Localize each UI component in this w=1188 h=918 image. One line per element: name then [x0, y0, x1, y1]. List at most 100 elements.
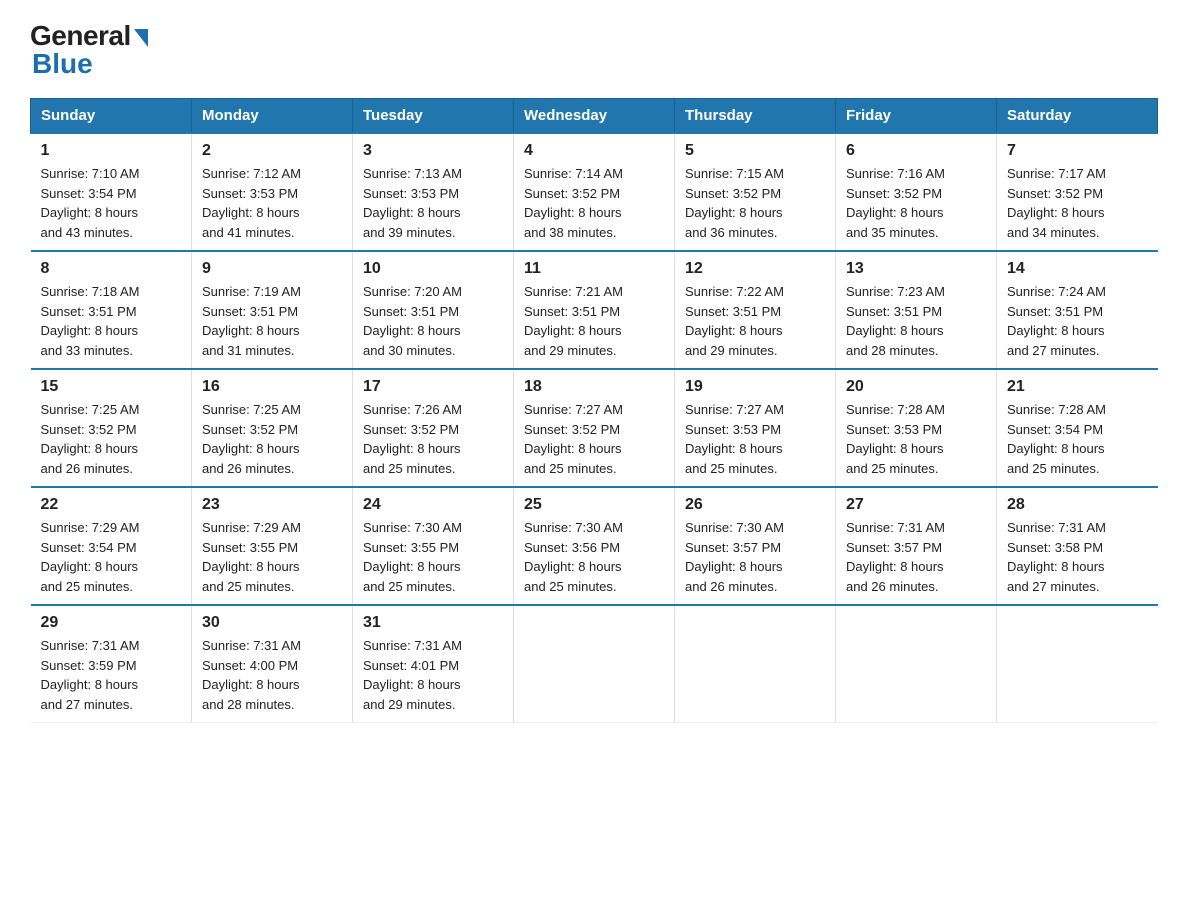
header-cell-thursday: Thursday: [675, 99, 836, 134]
day-cell: 17 Sunrise: 7:26 AMSunset: 3:52 PMDaylig…: [353, 369, 514, 487]
day-cell: 28 Sunrise: 7:31 AMSunset: 3:58 PMDaylig…: [997, 487, 1158, 605]
day-cell: 11 Sunrise: 7:21 AMSunset: 3:51 PMDaylig…: [514, 251, 675, 369]
day-cell: 16 Sunrise: 7:25 AMSunset: 3:52 PMDaylig…: [192, 369, 353, 487]
day-cell: 14 Sunrise: 7:24 AMSunset: 3:51 PMDaylig…: [997, 251, 1158, 369]
header-cell-wednesday: Wednesday: [514, 99, 675, 134]
day-info: Sunrise: 7:14 AMSunset: 3:52 PMDaylight:…: [524, 166, 623, 240]
day-cell: [514, 605, 675, 723]
day-info: Sunrise: 7:31 AMSunset: 3:57 PMDaylight:…: [846, 520, 945, 594]
day-info: Sunrise: 7:19 AMSunset: 3:51 PMDaylight:…: [202, 284, 301, 358]
day-info: Sunrise: 7:25 AMSunset: 3:52 PMDaylight:…: [202, 402, 301, 476]
day-info: Sunrise: 7:21 AMSunset: 3:51 PMDaylight:…: [524, 284, 623, 358]
day-number: 3: [363, 142, 503, 160]
day-number: 15: [41, 378, 182, 396]
calendar-body: 1 Sunrise: 7:10 AMSunset: 3:54 PMDayligh…: [31, 133, 1158, 723]
week-row-1: 1 Sunrise: 7:10 AMSunset: 3:54 PMDayligh…: [31, 133, 1158, 251]
logo-arrow-icon: [134, 29, 148, 47]
calendar-table: SundayMondayTuesdayWednesdayThursdayFrid…: [30, 98, 1158, 723]
day-cell: 3 Sunrise: 7:13 AMSunset: 3:53 PMDayligh…: [353, 133, 514, 251]
logo-blue-text: Blue: [32, 48, 93, 80]
day-cell: 21 Sunrise: 7:28 AMSunset: 3:54 PMDaylig…: [997, 369, 1158, 487]
day-info: Sunrise: 7:17 AMSunset: 3:52 PMDaylight:…: [1007, 166, 1106, 240]
day-info: Sunrise: 7:29 AMSunset: 3:55 PMDaylight:…: [202, 520, 301, 594]
header-cell-tuesday: Tuesday: [353, 99, 514, 134]
day-number: 14: [1007, 260, 1148, 278]
day-cell: [997, 605, 1158, 723]
day-cell: 26 Sunrise: 7:30 AMSunset: 3:57 PMDaylig…: [675, 487, 836, 605]
day-info: Sunrise: 7:26 AMSunset: 3:52 PMDaylight:…: [363, 402, 462, 476]
day-cell: 30 Sunrise: 7:31 AMSunset: 4:00 PMDaylig…: [192, 605, 353, 723]
day-number: 27: [846, 496, 986, 514]
day-cell: 2 Sunrise: 7:12 AMSunset: 3:53 PMDayligh…: [192, 133, 353, 251]
day-cell: 6 Sunrise: 7:16 AMSunset: 3:52 PMDayligh…: [836, 133, 997, 251]
day-cell: 1 Sunrise: 7:10 AMSunset: 3:54 PMDayligh…: [31, 133, 192, 251]
day-info: Sunrise: 7:13 AMSunset: 3:53 PMDaylight:…: [363, 166, 462, 240]
day-info: Sunrise: 7:22 AMSunset: 3:51 PMDaylight:…: [685, 284, 784, 358]
day-number: 12: [685, 260, 825, 278]
day-number: 22: [41, 496, 182, 514]
day-info: Sunrise: 7:25 AMSunset: 3:52 PMDaylight:…: [41, 402, 140, 476]
day-cell: 13 Sunrise: 7:23 AMSunset: 3:51 PMDaylig…: [836, 251, 997, 369]
day-cell: 7 Sunrise: 7:17 AMSunset: 3:52 PMDayligh…: [997, 133, 1158, 251]
day-number: 30: [202, 614, 342, 632]
day-number: 31: [363, 614, 503, 632]
day-number: 18: [524, 378, 664, 396]
header-row: SundayMondayTuesdayWednesdayThursdayFrid…: [31, 99, 1158, 134]
week-row-2: 8 Sunrise: 7:18 AMSunset: 3:51 PMDayligh…: [31, 251, 1158, 369]
day-info: Sunrise: 7:27 AMSunset: 3:52 PMDaylight:…: [524, 402, 623, 476]
day-number: 8: [41, 260, 182, 278]
day-cell: 24 Sunrise: 7:30 AMSunset: 3:55 PMDaylig…: [353, 487, 514, 605]
day-number: 4: [524, 142, 664, 160]
day-cell: 25 Sunrise: 7:30 AMSunset: 3:56 PMDaylig…: [514, 487, 675, 605]
day-number: 23: [202, 496, 342, 514]
day-info: Sunrise: 7:27 AMSunset: 3:53 PMDaylight:…: [685, 402, 784, 476]
day-cell: 8 Sunrise: 7:18 AMSunset: 3:51 PMDayligh…: [31, 251, 192, 369]
header-cell-sunday: Sunday: [31, 99, 192, 134]
day-info: Sunrise: 7:28 AMSunset: 3:53 PMDaylight:…: [846, 402, 945, 476]
day-cell: 29 Sunrise: 7:31 AMSunset: 3:59 PMDaylig…: [31, 605, 192, 723]
day-info: Sunrise: 7:24 AMSunset: 3:51 PMDaylight:…: [1007, 284, 1106, 358]
header-cell-friday: Friday: [836, 99, 997, 134]
day-cell: 22 Sunrise: 7:29 AMSunset: 3:54 PMDaylig…: [31, 487, 192, 605]
week-row-3: 15 Sunrise: 7:25 AMSunset: 3:52 PMDaylig…: [31, 369, 1158, 487]
day-number: 7: [1007, 142, 1148, 160]
page-header: General Blue: [30, 20, 1158, 80]
day-cell: 12 Sunrise: 7:22 AMSunset: 3:51 PMDaylig…: [675, 251, 836, 369]
day-info: Sunrise: 7:16 AMSunset: 3:52 PMDaylight:…: [846, 166, 945, 240]
day-info: Sunrise: 7:30 AMSunset: 3:57 PMDaylight:…: [685, 520, 784, 594]
day-number: 28: [1007, 496, 1148, 514]
day-number: 2: [202, 142, 342, 160]
day-info: Sunrise: 7:31 AMSunset: 4:00 PMDaylight:…: [202, 638, 301, 712]
day-number: 16: [202, 378, 342, 396]
day-info: Sunrise: 7:31 AMSunset: 4:01 PMDaylight:…: [363, 638, 462, 712]
day-number: 20: [846, 378, 986, 396]
day-info: Sunrise: 7:15 AMSunset: 3:52 PMDaylight:…: [685, 166, 784, 240]
calendar-header: SundayMondayTuesdayWednesdayThursdayFrid…: [31, 99, 1158, 134]
day-cell: 31 Sunrise: 7:31 AMSunset: 4:01 PMDaylig…: [353, 605, 514, 723]
header-cell-monday: Monday: [192, 99, 353, 134]
day-cell: 5 Sunrise: 7:15 AMSunset: 3:52 PMDayligh…: [675, 133, 836, 251]
day-number: 13: [846, 260, 986, 278]
day-number: 17: [363, 378, 503, 396]
day-cell: 10 Sunrise: 7:20 AMSunset: 3:51 PMDaylig…: [353, 251, 514, 369]
day-cell: 27 Sunrise: 7:31 AMSunset: 3:57 PMDaylig…: [836, 487, 997, 605]
day-number: 25: [524, 496, 664, 514]
day-number: 10: [363, 260, 503, 278]
logo: General Blue: [30, 20, 148, 80]
day-cell: [836, 605, 997, 723]
day-cell: [675, 605, 836, 723]
day-cell: 23 Sunrise: 7:29 AMSunset: 3:55 PMDaylig…: [192, 487, 353, 605]
day-info: Sunrise: 7:30 AMSunset: 3:56 PMDaylight:…: [524, 520, 623, 594]
day-number: 11: [524, 260, 664, 278]
day-info: Sunrise: 7:28 AMSunset: 3:54 PMDaylight:…: [1007, 402, 1106, 476]
day-number: 6: [846, 142, 986, 160]
day-info: Sunrise: 7:31 AMSunset: 3:59 PMDaylight:…: [41, 638, 140, 712]
day-cell: 19 Sunrise: 7:27 AMSunset: 3:53 PMDaylig…: [675, 369, 836, 487]
header-cell-saturday: Saturday: [997, 99, 1158, 134]
day-cell: 9 Sunrise: 7:19 AMSunset: 3:51 PMDayligh…: [192, 251, 353, 369]
day-info: Sunrise: 7:29 AMSunset: 3:54 PMDaylight:…: [41, 520, 140, 594]
day-info: Sunrise: 7:30 AMSunset: 3:55 PMDaylight:…: [363, 520, 462, 594]
day-number: 21: [1007, 378, 1148, 396]
day-number: 9: [202, 260, 342, 278]
day-cell: 18 Sunrise: 7:27 AMSunset: 3:52 PMDaylig…: [514, 369, 675, 487]
